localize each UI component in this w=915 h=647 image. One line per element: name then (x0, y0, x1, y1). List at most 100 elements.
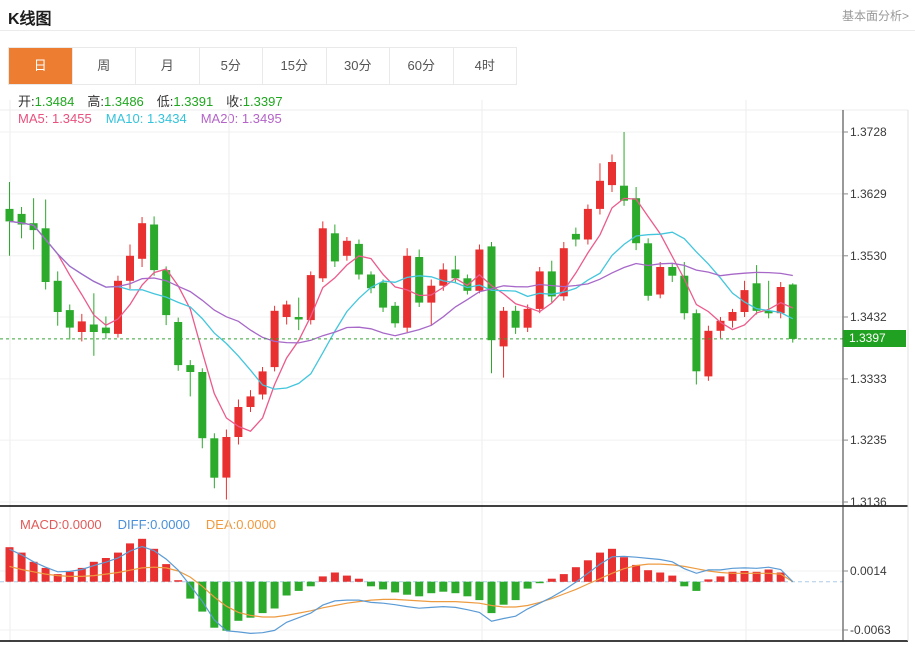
candle-body (608, 162, 616, 186)
macd-bar (270, 581, 279, 609)
macd-bar (391, 581, 400, 593)
macd-bar (475, 581, 484, 601)
candle-body (294, 317, 303, 320)
candle-body (692, 313, 701, 372)
candle-body (234, 407, 243, 437)
macd-bar (547, 578, 556, 582)
macd-axis-label: 0.0014 (850, 564, 887, 578)
candle-body (65, 310, 74, 328)
candle-body (342, 240, 351, 256)
candle-body (89, 324, 98, 332)
candle-body (427, 285, 436, 303)
macd-bar (126, 543, 134, 582)
candle-body (53, 280, 62, 312)
candle-body (596, 180, 604, 209)
candle-body (306, 275, 315, 321)
candle-body (439, 269, 448, 286)
price-axis-label: 1.3432 (850, 310, 887, 324)
macd-bar (294, 581, 303, 591)
macd-bar (439, 581, 448, 592)
candle-body (559, 248, 568, 297)
macd-bar (258, 581, 267, 614)
macd-bar (764, 569, 773, 582)
macd-bar (608, 548, 616, 582)
price-axis-label: 1.3629 (850, 186, 887, 201)
macd-bar (306, 581, 315, 587)
candles[interactable] (5, 132, 797, 500)
main-chart-plot[interactable] (0, 0, 915, 647)
macd-bar (282, 581, 291, 596)
macd-bar (330, 572, 339, 582)
candle-body (114, 280, 122, 334)
macd-bar (150, 548, 159, 582)
candle-body (77, 321, 86, 332)
macd-bar (174, 580, 183, 582)
macd-bar (523, 581, 532, 589)
candle-body (354, 243, 363, 275)
candle-body (174, 322, 183, 366)
candle-body (487, 246, 496, 341)
candle-body (138, 223, 147, 259)
candle-body (126, 255, 134, 281)
macd-bar (499, 581, 508, 605)
price-axis-label: 1.3530 (850, 248, 887, 263)
macd-bar (740, 571, 749, 582)
price-axis-label: 1.3136 (850, 495, 887, 509)
macd-bar (535, 581, 544, 584)
candle-body (740, 290, 749, 312)
candle-body (186, 365, 195, 372)
macd-axis-label: -0.0063 (850, 623, 891, 637)
last-price-tag: 1.3397 (843, 330, 906, 348)
macd-bar (463, 581, 472, 597)
candle-body (680, 275, 689, 314)
price-axis-label: 1.3333 (850, 371, 887, 386)
candle-body (391, 305, 400, 324)
macd-bar (632, 564, 641, 582)
candle-body (583, 208, 592, 240)
candle-body (668, 267, 677, 276)
macd-bar (692, 581, 701, 591)
candle-body (535, 271, 544, 309)
candle-body (222, 437, 231, 478)
candle-body (523, 308, 532, 328)
macd-bar (427, 581, 436, 594)
candle-body (704, 330, 713, 377)
macd-bar (379, 581, 388, 590)
macd-bar (644, 570, 653, 582)
macd-bar (138, 538, 147, 582)
candle-body (318, 228, 327, 279)
macd-bar (5, 547, 14, 582)
candle-body (150, 224, 159, 271)
price-axis-label: 1.3728 (850, 125, 887, 139)
macd-bar (680, 581, 689, 587)
candle-body (379, 282, 388, 308)
macd-bar (415, 581, 424, 597)
candle-body (788, 284, 797, 339)
macd-bar (487, 581, 496, 614)
candle-body (330, 233, 339, 262)
candle-body (656, 267, 665, 295)
macd-bar (716, 576, 725, 582)
macd-bar (451, 581, 460, 594)
macd-bar (354, 578, 363, 582)
candle-body (101, 327, 110, 334)
candle-body (210, 438, 219, 478)
candle-body (776, 287, 785, 314)
candle-body (547, 271, 556, 297)
macd-bar (318, 576, 327, 582)
candle-body (198, 372, 207, 439)
kline-widget: K线图 基本面分析> 日 周 月 5分 15分 30分 60分 4时 开:1.3… (0, 0, 915, 647)
candle-body (246, 396, 255, 407)
candle-body (728, 312, 737, 321)
candle-body (571, 233, 580, 240)
candle-body (451, 269, 460, 279)
macd-bar (246, 581, 255, 618)
price-axis-label: 1.3235 (850, 433, 887, 448)
ma10-line (9, 220, 794, 390)
ma20-line (9, 220, 793, 344)
macd-bar (559, 574, 568, 582)
macd-bar (668, 575, 677, 582)
candle-body (282, 304, 291, 317)
macd-histogram (5, 538, 785, 631)
macd-bar (511, 581, 520, 601)
